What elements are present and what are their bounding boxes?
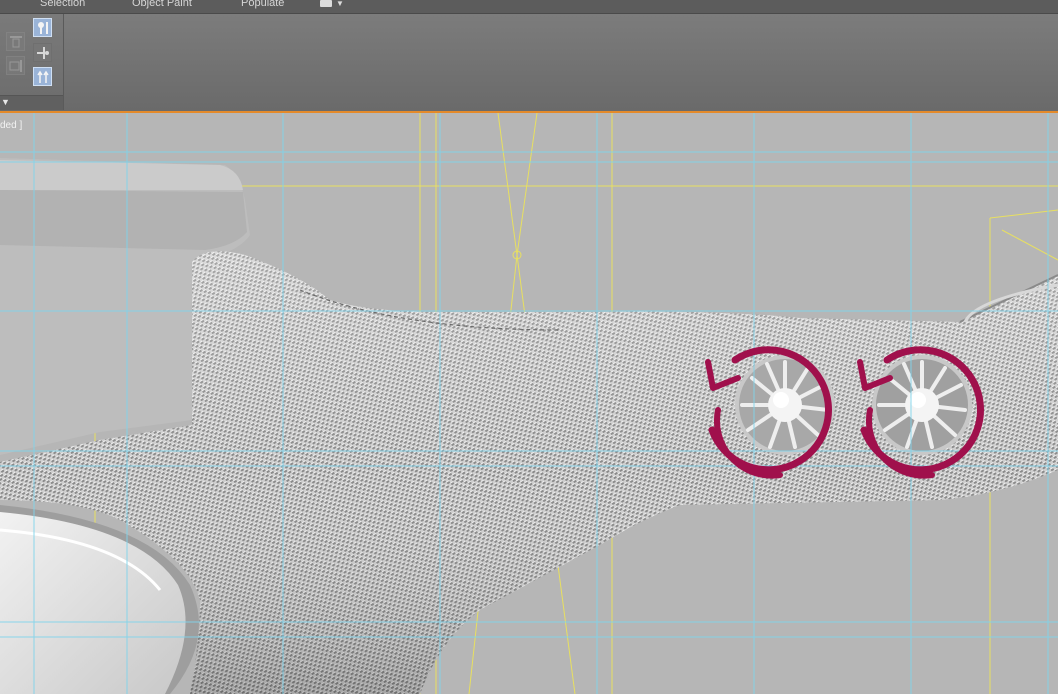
ribbon-tab-bar: Selection Object Paint Populate ▼ bbox=[0, 0, 1058, 14]
align-vertical-button[interactable] bbox=[33, 43, 52, 62]
viewport-label[interactable]: ded ] bbox=[0, 120, 22, 131]
align-pin-button[interactable] bbox=[33, 18, 52, 37]
align-up-arrows-icon bbox=[37, 70, 49, 83]
chevron-down-icon: ▼ bbox=[1, 97, 10, 107]
align-up-arrows-button[interactable] bbox=[33, 67, 52, 86]
align-left-button[interactable] bbox=[6, 56, 25, 75]
fan-right bbox=[872, 355, 972, 455]
ribbon-panel: ▼ bbox=[0, 14, 1058, 111]
align-left-icon bbox=[9, 60, 22, 72]
pin-icon bbox=[38, 22, 48, 34]
align-top-icon bbox=[10, 36, 22, 48]
ribbon-options-icon[interactable] bbox=[320, 0, 332, 7]
viewport[interactable]: ded ] bbox=[0, 113, 1058, 694]
align-panel-group: ▼ bbox=[0, 14, 64, 110]
align-top-button[interactable] bbox=[6, 32, 25, 51]
chevron-down-icon[interactable]: ▼ bbox=[336, 0, 344, 8]
tab-selection[interactable]: Selection bbox=[40, 0, 85, 9]
tab-populate[interactable]: Populate bbox=[241, 0, 284, 9]
scene-render bbox=[0, 113, 1058, 694]
tab-object-paint[interactable]: Object Paint bbox=[132, 0, 192, 9]
panel-footer[interactable]: ▼ bbox=[0, 95, 63, 110]
align-vertical-icon bbox=[37, 47, 49, 59]
